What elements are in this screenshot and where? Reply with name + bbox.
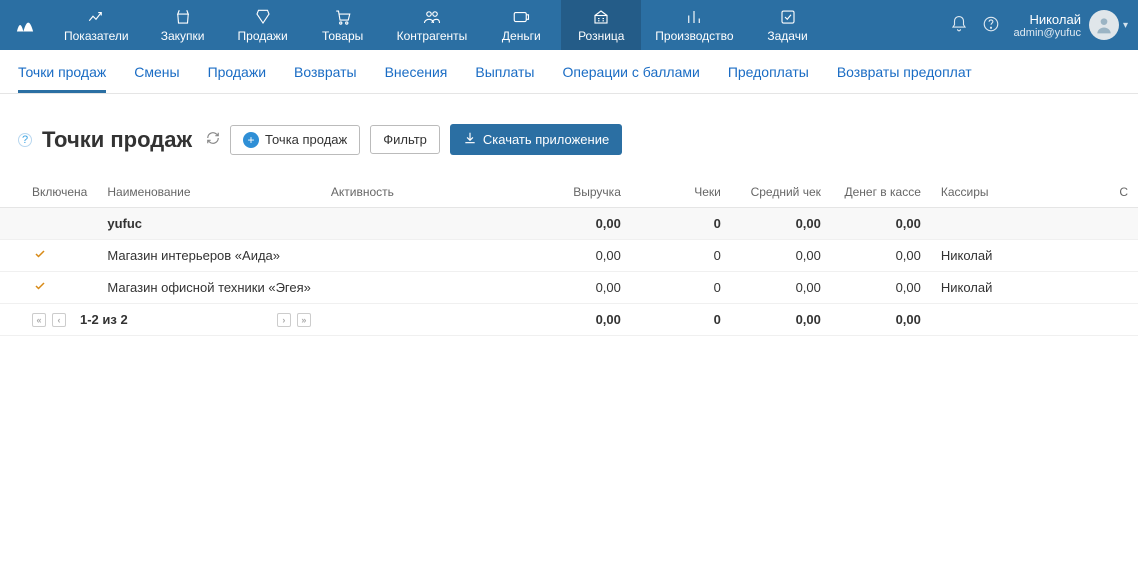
row-name: Магазин офисной техники «Эгея» (97, 272, 321, 304)
subnav-0[interactable]: Точки продаж (18, 64, 106, 93)
page-help-icon[interactable]: ? (18, 133, 32, 147)
th-revenue[interactable]: Выручка (531, 177, 631, 208)
th-cash[interactable]: Денег в кассе (831, 177, 931, 208)
th-name[interactable]: Наименование (97, 177, 321, 208)
nav-icon (173, 7, 193, 27)
nav-производство[interactable]: Производство (641, 0, 747, 50)
nav-продажи[interactable]: Продажи (223, 0, 303, 50)
subnav-5[interactable]: Выплаты (475, 64, 534, 93)
nav-label: Розница (578, 29, 624, 43)
nav-icon (253, 7, 273, 27)
subnav-4[interactable]: Внесения (385, 64, 448, 93)
logo[interactable] (0, 0, 50, 50)
nav-товары[interactable]: Товары (303, 0, 383, 50)
table-group-row[interactable]: yufuc0,0000,000,00 (0, 208, 1138, 240)
enabled-check-icon (32, 248, 48, 263)
row-cashier: Николай (931, 272, 1108, 304)
new-pos-label: Точка продаж (265, 132, 347, 147)
user-menu[interactable]: Николай admin@yufuc ▾ (1014, 10, 1128, 40)
nav-icon (511, 7, 531, 27)
th-cashiers[interactable]: Кассиры (931, 177, 1108, 208)
th-activity[interactable]: Активность (321, 177, 531, 208)
top-nav: Показатели Закупки Продажи Товары Контрагент… (0, 0, 1138, 50)
nav-icon (684, 7, 704, 27)
nav-label: Закупки (161, 29, 205, 43)
nav-label: Задачи (767, 29, 807, 43)
nav-контрагенты[interactable]: Контрагенты (383, 0, 482, 50)
nav-показатели[interactable]: Показатели (50, 0, 143, 50)
nav-icon (422, 7, 442, 27)
pager-last[interactable]: » (297, 313, 311, 327)
sub-nav: Точки продаж Смены Продажи Возвраты Внесения… (0, 50, 1138, 94)
nav-label: Контрагенты (397, 29, 468, 43)
nav-label: Показатели (64, 29, 129, 43)
pager-next[interactable]: › (277, 313, 291, 327)
nav-label: Деньги (502, 29, 541, 43)
filter-button[interactable]: Фильтр (370, 125, 440, 154)
subnav-6[interactable]: Операции с баллами (562, 64, 699, 93)
help-icon[interactable] (982, 15, 1000, 36)
nav-label: Производство (655, 29, 733, 43)
page-title: Точки продаж (42, 127, 192, 153)
filter-label: Фильтр (383, 132, 427, 147)
chevron-down-icon: ▾ (1123, 20, 1128, 31)
nav-icon (333, 7, 353, 27)
subnav-8[interactable]: Возвраты предоплат (837, 64, 972, 93)
row-cashier: Николай (931, 240, 1108, 272)
th-last[interactable]: С (1108, 177, 1138, 208)
toolbar: ? Точки продаж + Точка продаж Фильтр Ска… (0, 94, 1138, 167)
pos-table: Включена Наименование Активность Выручка… (0, 177, 1138, 336)
subnav-2[interactable]: Продажи (208, 64, 266, 93)
subnav-3[interactable]: Возвраты (294, 64, 357, 93)
th-checks[interactable]: Чеки (631, 177, 731, 208)
download-app-button[interactable]: Скачать приложение (450, 124, 622, 155)
th-enabled[interactable]: Включена (0, 177, 97, 208)
refresh-icon[interactable] (206, 131, 220, 148)
pager-text: 1-2 из 2 (80, 312, 128, 327)
user-account: admin@yufuc (1014, 27, 1081, 39)
download-icon (463, 131, 477, 148)
nav-label: Продажи (238, 29, 288, 43)
table-row[interactable]: Магазин офисной техники «Эгея»0,0000,000… (0, 272, 1138, 304)
group-name: yufuc (97, 208, 531, 240)
subnav-1[interactable]: Смены (134, 64, 179, 93)
plus-icon: + (243, 132, 259, 148)
nav-icon (591, 7, 611, 27)
download-app-label: Скачать приложение (483, 132, 609, 147)
nav-icon (778, 7, 798, 27)
table-row[interactable]: Магазин интерьеров «Аида»0,0000,000,00Ни… (0, 240, 1138, 272)
nav-закупки[interactable]: Закупки (143, 0, 223, 50)
table-footer-row: «‹1-2 из 2›»0,0000,000,00 (0, 304, 1138, 336)
notifications-icon[interactable] (950, 15, 968, 36)
nav-label: Товары (322, 29, 363, 43)
pager-prev[interactable]: ‹ (52, 313, 66, 327)
nav-icon (86, 7, 106, 27)
avatar (1089, 10, 1119, 40)
enabled-check-icon (32, 280, 48, 295)
nav-розница[interactable]: Розница (561, 0, 641, 50)
user-name: Николай (1014, 12, 1081, 27)
new-pos-button[interactable]: + Точка продаж (230, 125, 360, 155)
nav-деньги[interactable]: Деньги (481, 0, 561, 50)
subnav-7[interactable]: Предоплаты (728, 64, 809, 93)
row-name: Магазин интерьеров «Аида» (97, 240, 321, 272)
nav-задачи[interactable]: Задачи (748, 0, 828, 50)
th-avg[interactable]: Средний чек (731, 177, 831, 208)
pager-first[interactable]: « (32, 313, 46, 327)
